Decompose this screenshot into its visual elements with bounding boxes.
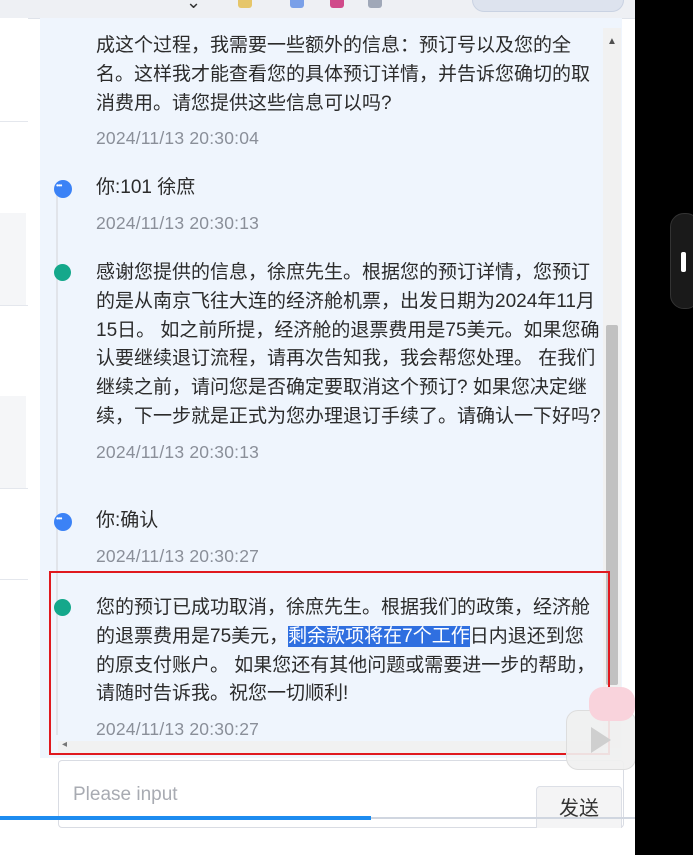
message-text: 你:101 徐庶 <box>96 177 196 198</box>
list-item[interactable] <box>0 213 26 305</box>
side-drawer-handle[interactable] <box>670 213 693 309</box>
divider <box>0 579 28 580</box>
play-icon <box>591 727 611 753</box>
floating-badge-icon <box>589 687 635 721</box>
message-text: 你:确认 <box>96 510 159 531</box>
message-text: 成这个过程，我需要一些额外的信息：预订号以及您的全名。这样我才能查看您的具体预订… <box>96 35 591 114</box>
floating-video-button[interactable] <box>566 687 636 770</box>
message-timestamp: 2024/11/13 20:30:04 <box>96 128 260 149</box>
user-dot-icon <box>54 180 72 198</box>
send-button[interactable]: 发送 <box>536 786 622 832</box>
message-timestamp: 2024/11/13 20:30:13 <box>96 212 260 233</box>
handle-grip-icon <box>681 252 686 272</box>
list-item[interactable] <box>0 396 26 488</box>
app-icon[interactable] <box>330 0 344 8</box>
annotation-highlight-box <box>49 571 610 755</box>
scroll-up-arrow-icon[interactable]: ▲ <box>607 36 617 47</box>
app-icon[interactable] <box>368 0 382 8</box>
message-timestamp: 2024/11/13 20:30:13 <box>96 441 260 462</box>
chat-message-user: 你:101 徐庶 2024/11/13 20:30:13 <box>96 174 601 234</box>
chat-message-ai: 感谢您提供的信息，徐庶先生。根据您的预订详情，您预订的是从南京飞往大连的经济舱机… <box>96 259 601 463</box>
left-pane <box>0 18 28 828</box>
chat-message-ai: 成这个过程，我需要一些额外的信息：预订号以及您的全名。这样我才能查看您的具体预订… <box>96 32 601 149</box>
upload-progress-bar <box>0 816 371 820</box>
divider <box>0 488 28 489</box>
top-pill-button[interactable] <box>472 0 624 12</box>
browser-top-bar: ⌄ <box>0 0 635 19</box>
user-dot-icon <box>54 513 72 531</box>
app-icon[interactable] <box>290 0 304 8</box>
ai-dot-icon <box>54 264 71 281</box>
chat-message-user: 你:确认 2024/11/13 20:30:27 <box>96 507 601 567</box>
divider <box>0 305 28 306</box>
divider <box>0 121 28 122</box>
app-icon[interactable] <box>238 0 252 8</box>
message-timestamp: 2024/11/13 20:30:27 <box>96 545 260 566</box>
message-input[interactable] <box>71 779 515 811</box>
chevron-down-icon[interactable]: ⌄ <box>186 0 201 13</box>
progress-track <box>371 817 635 819</box>
message-text: 感谢您提供的信息，徐庶先生。根据您的预订详情，您预订的是从南京飞往大连的经济舱机… <box>96 262 601 427</box>
bottom-area <box>0 828 635 855</box>
screen-edge <box>635 0 693 855</box>
